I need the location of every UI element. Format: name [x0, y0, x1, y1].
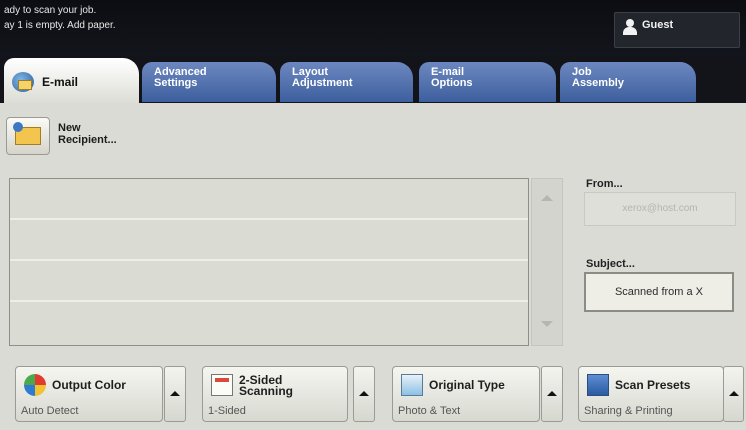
status-message-ready: ady to scan your job.	[4, 5, 97, 16]
from-label[interactable]: From...	[586, 178, 623, 190]
tab-job-assembly[interactable]: Job Assembly	[560, 62, 696, 102]
scan-to-email-screen: ady to scan your job. ay 1 is empty. Add…	[0, 0, 746, 430]
two-sided-scanning-value: 1-Sided	[208, 405, 246, 417]
tab-email-label: E-mail	[42, 75, 79, 89]
tab-advanced-settings[interactable]: Advanced Settings	[142, 62, 276, 102]
recipient-row[interactable]	[10, 302, 528, 343]
subject-field[interactable]: Scanned from a X	[584, 272, 734, 312]
output-color-value: Auto Detect	[21, 405, 79, 417]
scan-presets-icon	[587, 374, 609, 396]
scroll-down-icon[interactable]	[541, 321, 553, 327]
original-type-title: Original Type	[429, 378, 505, 392]
two-sided-arrow-button[interactable]	[353, 366, 375, 422]
tab-email[interactable]: E-mail	[4, 58, 139, 104]
output-color-button[interactable]: Output Color Auto Detect	[15, 366, 163, 422]
from-field[interactable]: xerox@host.com	[584, 192, 736, 226]
subject-label[interactable]: Subject...	[586, 258, 635, 270]
new-recipient-label: New Recipient...	[58, 122, 117, 146]
original-type-button[interactable]: Original Type Photo & Text	[392, 366, 540, 422]
add-icon	[13, 122, 23, 132]
status-message-tray: ay 1 is empty. Add paper.	[4, 20, 116, 31]
recipient-row[interactable]	[10, 179, 528, 220]
tab-email-options[interactable]: E-mail Options	[419, 62, 556, 102]
two-sided-scanning-button[interactable]: 2-Sided Scanning 1-Sided	[202, 366, 348, 422]
two-sided-scanning-title: 2-Sided Scanning	[239, 373, 294, 398]
guest-label: Guest	[642, 19, 674, 31]
original-type-icon	[401, 374, 423, 396]
scan-presets-value: Sharing & Printing	[584, 405, 673, 417]
status-bar: ady to scan your job. ay 1 is empty. Add…	[0, 0, 746, 62]
output-color-arrow-button[interactable]	[164, 366, 186, 422]
guest-login-button[interactable]: Guest	[614, 12, 740, 48]
output-color-title: Output Color	[52, 378, 126, 392]
scan-presets-button[interactable]: Scan Presets Sharing & Printing	[578, 366, 724, 422]
original-type-value: Photo & Text	[398, 405, 461, 417]
recipient-scrollbar[interactable]	[531, 178, 563, 346]
two-sided-icon	[211, 374, 233, 396]
email-icon	[12, 72, 34, 92]
recipient-row[interactable]	[10, 261, 528, 302]
scroll-up-icon[interactable]	[541, 195, 553, 201]
new-recipient-button[interactable]	[6, 117, 50, 155]
original-type-arrow-button[interactable]	[541, 366, 563, 422]
tab-layout-adjustment[interactable]: Layout Adjustment	[280, 62, 413, 102]
color-icon	[24, 374, 46, 396]
scan-presets-title: Scan Presets	[615, 378, 691, 392]
user-icon	[623, 19, 637, 35]
recipient-row[interactable]	[10, 220, 528, 261]
scan-presets-arrow-button[interactable]	[723, 366, 744, 422]
recipient-list[interactable]	[9, 178, 529, 346]
